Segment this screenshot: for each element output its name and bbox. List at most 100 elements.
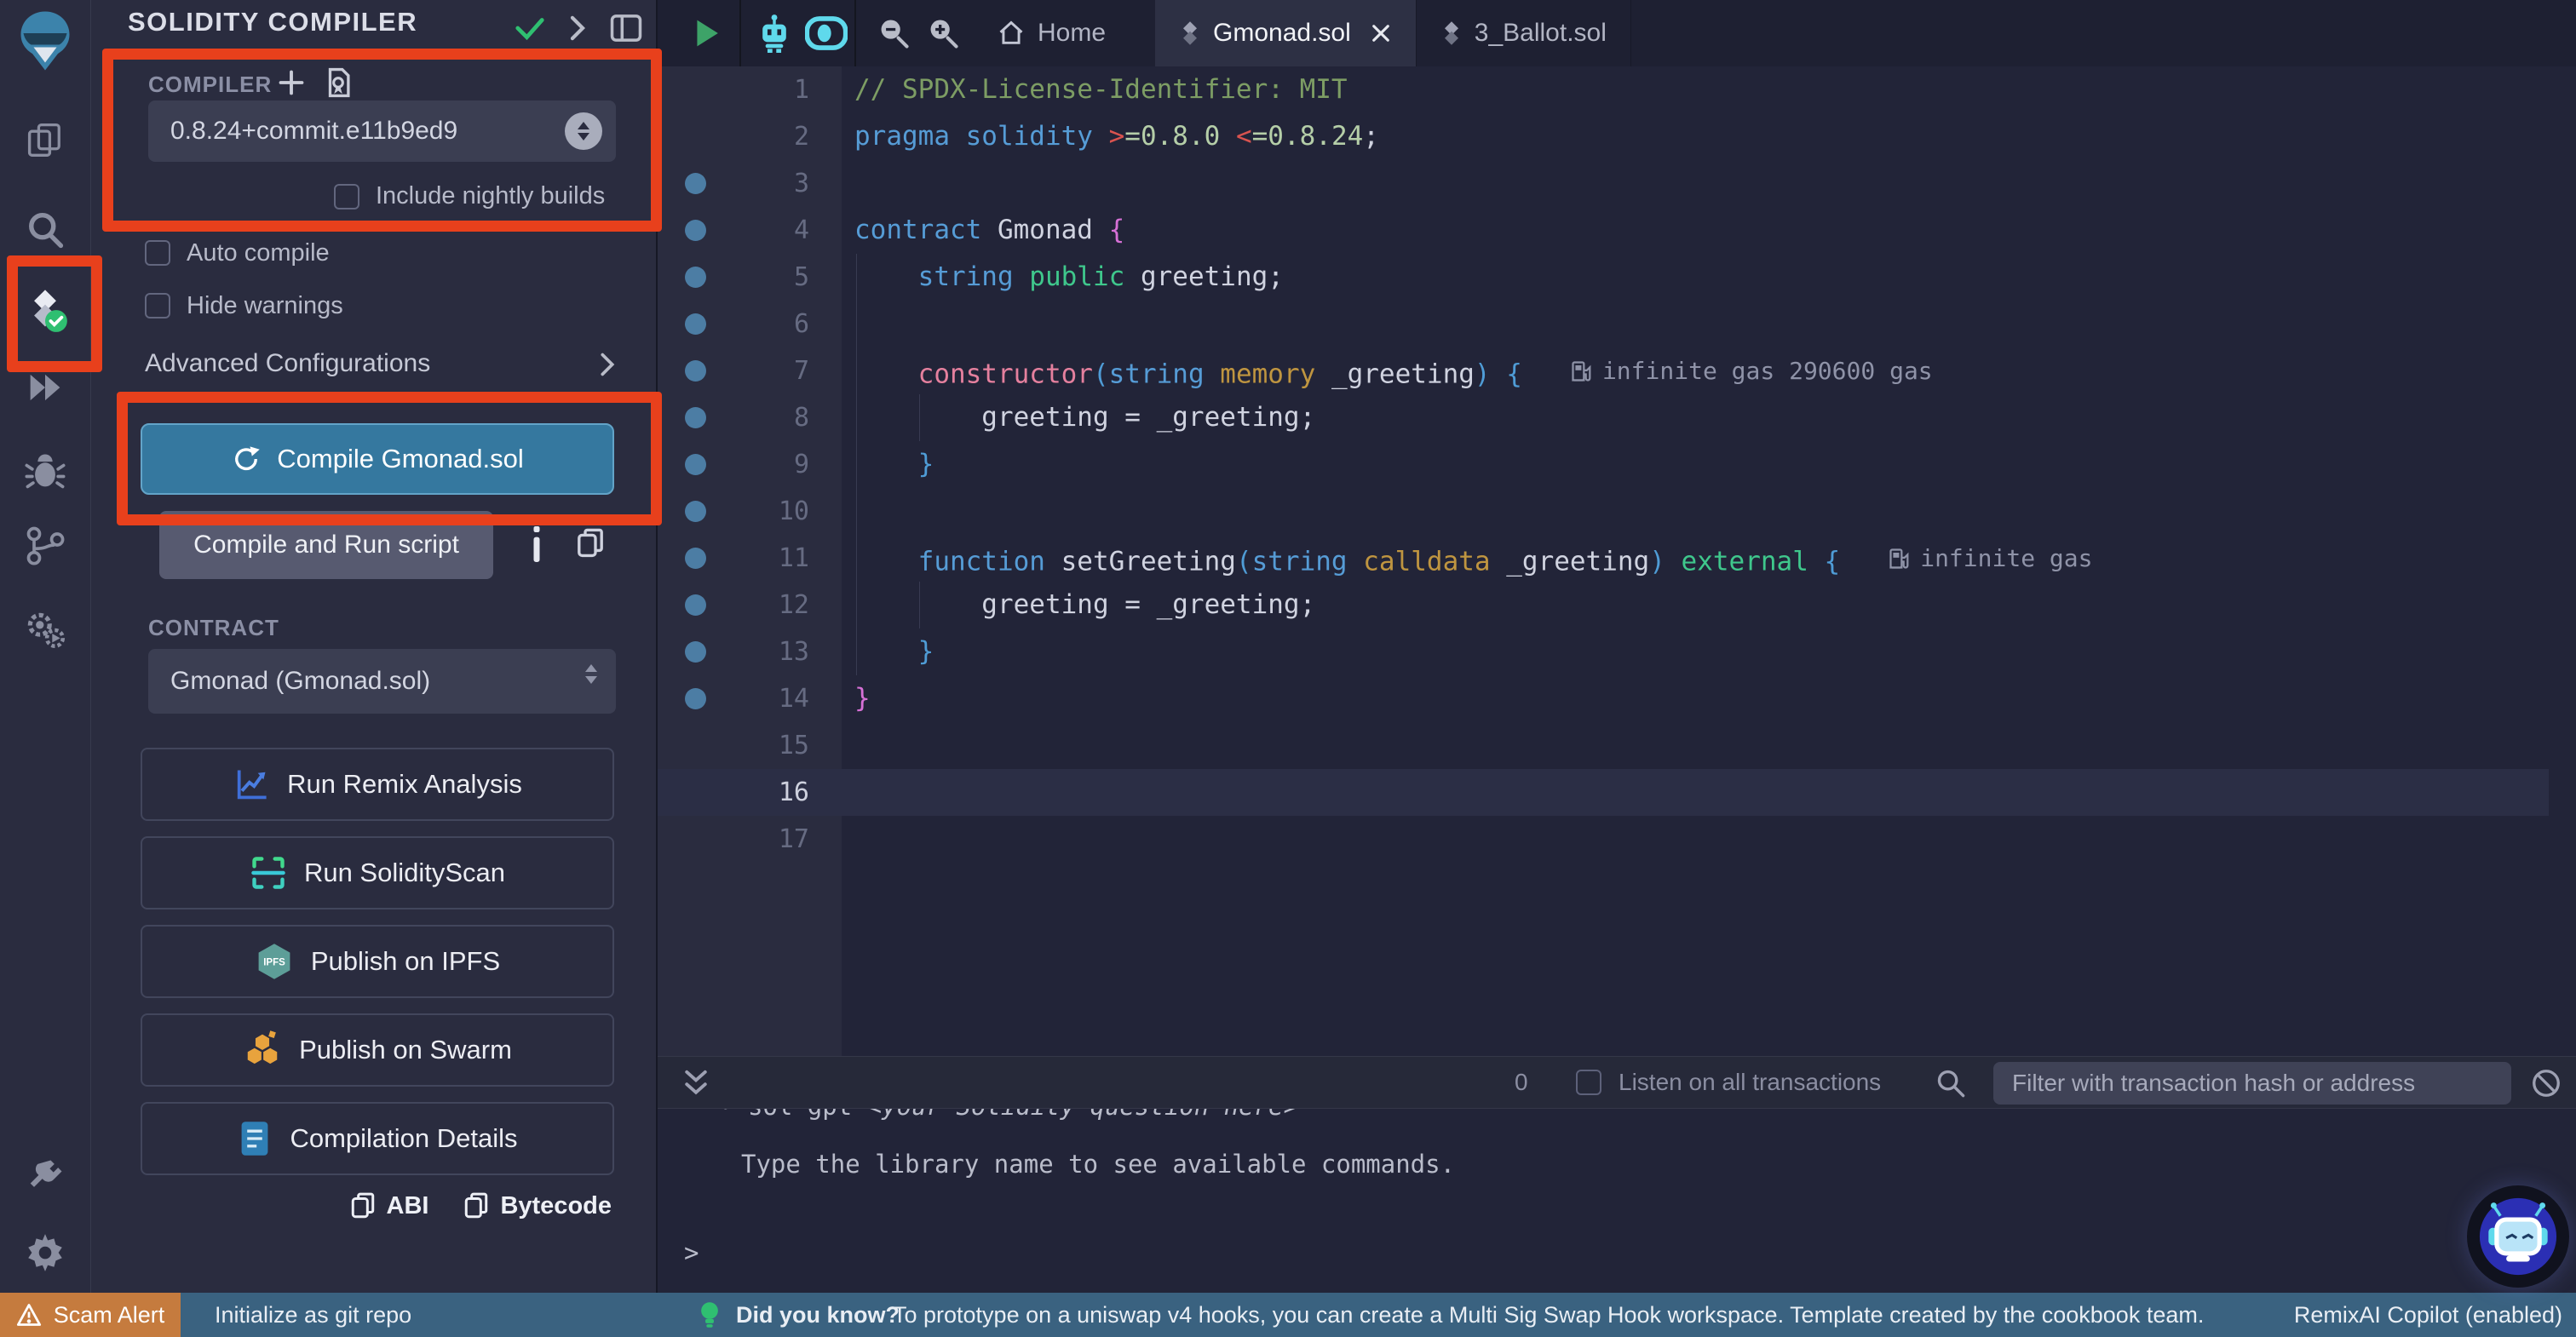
indent-guide xyxy=(856,301,857,347)
line-number: 3 xyxy=(709,160,809,207)
copy-abi-button[interactable]: ABI xyxy=(349,1191,429,1221)
code-editor[interactable]: 1// SPDX-License-Identifier: MIT2pragma … xyxy=(658,66,2576,1056)
gutter-dot-icon[interactable] xyxy=(685,454,706,475)
gutter-dot-icon[interactable] xyxy=(685,407,706,428)
copy-bytecode-button[interactable]: Bytecode xyxy=(463,1191,612,1221)
gutter-dot-icon[interactable] xyxy=(685,594,706,616)
clear-console-icon[interactable] xyxy=(2530,1067,2562,1099)
gutter-dot-icon[interactable] xyxy=(685,641,706,663)
settings-icon[interactable] xyxy=(0,1230,90,1274)
compiler-version-select[interactable]: 0.8.24+commit.e11b9ed9 xyxy=(148,100,616,162)
solidity-compiler-icon[interactable] xyxy=(0,287,90,331)
publish-on-swarm-button[interactable]: Publish on Swarm xyxy=(141,1013,614,1087)
line-number: 12 xyxy=(709,582,809,628)
terminal[interactable]: • sol-gpt <your Solidity question here> … xyxy=(658,1109,2576,1293)
copilot-toggle-icon[interactable] xyxy=(799,0,854,66)
gutter-dot-icon[interactable] xyxy=(685,313,706,335)
code-text: // SPDX-License-Identifier: MIT xyxy=(854,66,1348,113)
code-line: 12 greeting = _greeting; xyxy=(658,582,2549,628)
pin-panel-icon[interactable] xyxy=(609,12,643,44)
line-number: 15 xyxy=(709,722,809,769)
compile-button[interactable]: Compile Gmonad.sol xyxy=(141,423,614,495)
ai-robot-icon[interactable] xyxy=(750,0,799,66)
ipfs-icon: IPFS xyxy=(255,942,294,981)
status-bar: Scam Alert Initialize as git repo Did yo… xyxy=(0,1293,2576,1337)
compile-and-run-button[interactable]: Compile and Run script xyxy=(159,511,493,579)
line-number: 8 xyxy=(709,394,809,441)
line-number: 10 xyxy=(709,488,809,535)
gutter-dot-icon[interactable] xyxy=(685,501,706,522)
copy-icon[interactable] xyxy=(575,526,606,560)
file-explorer-icon[interactable] xyxy=(0,118,90,163)
code-text: greeting = _greeting; xyxy=(854,582,1315,628)
advanced-configurations[interactable]: Advanced Configurations xyxy=(145,349,430,378)
code-line: 15 xyxy=(658,722,2549,769)
custom-compiler-file-icon[interactable] xyxy=(323,66,354,99)
tab-gmonad-sol[interactable]: Gmonad.sol xyxy=(1155,0,1417,66)
gutter-dot-icon[interactable] xyxy=(685,173,706,194)
hide-warnings-checkbox[interactable] xyxy=(145,293,170,318)
run-remix-analysis-button[interactable]: Run Remix Analysis xyxy=(141,748,614,821)
compile-run-label: Compile and Run script xyxy=(193,531,459,559)
line-number: 7 xyxy=(709,347,809,394)
action-label: Run SolidityScan xyxy=(304,858,505,888)
listen-transactions-checkbox[interactable] xyxy=(1576,1070,1601,1095)
transaction-filter-input[interactable] xyxy=(1993,1062,2511,1105)
debugger-icon[interactable] xyxy=(0,449,90,493)
code-text: } xyxy=(854,628,934,675)
gas-estimate-annotation: infinite gas 290600 gas xyxy=(1570,347,1933,394)
run-solidityscan-button[interactable]: Run SolidityScan xyxy=(141,836,614,910)
add-compiler-icon[interactable] xyxy=(277,68,306,97)
include-nightly-checkbox[interactable] xyxy=(334,184,359,209)
line-number: 16 xyxy=(709,769,809,816)
remix-logo[interactable] xyxy=(0,9,90,73)
gutter-dot-icon[interactable] xyxy=(685,360,706,382)
contract-select-value: Gmonad (Gmonad.sol) xyxy=(170,667,430,696)
warning-icon xyxy=(16,1303,42,1327)
line-number: 9 xyxy=(709,441,809,488)
chevron-right-icon[interactable] xyxy=(565,14,590,43)
terminal-prompt: > xyxy=(684,1238,699,1267)
plugin-manager-icon[interactable] xyxy=(0,1155,90,1199)
gutter-dot-icon[interactable] xyxy=(685,220,706,241)
zoom-out-icon[interactable] xyxy=(869,0,918,66)
search-icon[interactable] xyxy=(0,208,90,252)
publish-on-ipfs-button[interactable]: IPFS Publish on IPFS xyxy=(141,925,614,998)
line-number: 11 xyxy=(709,535,809,582)
gutter-dot-icon[interactable] xyxy=(685,688,706,709)
refresh-icon xyxy=(231,444,262,474)
line-number: 5 xyxy=(709,254,809,301)
compilation-details-button[interactable]: Compilation Details xyxy=(141,1102,614,1175)
tab-3-ballot-sol[interactable]: 3_Ballot.sol xyxy=(1417,0,1631,66)
tab-home[interactable]: Home xyxy=(973,0,1130,66)
gutter-dot-icon[interactable] xyxy=(685,548,706,569)
chevron-right-icon[interactable] xyxy=(595,351,619,378)
close-icon[interactable] xyxy=(1370,22,1392,44)
search-icon[interactable] xyxy=(1935,1068,1966,1099)
init-git-repo-button[interactable]: Initialize as git repo xyxy=(215,1302,411,1328)
action-label: Run Remix Analysis xyxy=(287,769,522,800)
code-line: 11 function setGreeting(string calldata … xyxy=(658,535,2549,582)
copilot-status[interactable]: RemixAI Copilot (enabled) xyxy=(2294,1302,2562,1328)
expand-terminal-icon[interactable] xyxy=(681,1068,710,1099)
code-line: 6 xyxy=(658,301,2549,347)
indent-guide xyxy=(856,488,857,535)
toolbar-divider xyxy=(739,0,741,66)
toolbar-divider xyxy=(854,0,856,66)
auto-compile-checkbox[interactable] xyxy=(145,240,170,266)
ipfs-icon-text: IPFS xyxy=(263,958,285,968)
git-icon[interactable] xyxy=(0,523,90,567)
run-script-play-icon[interactable] xyxy=(683,0,731,66)
include-nightly-label: Include nightly builds xyxy=(376,182,605,210)
gears-play-icon[interactable] xyxy=(0,608,90,652)
solidity-icon xyxy=(1440,20,1463,47)
contract-select[interactable]: Gmonad (Gmonad.sol) xyxy=(148,649,616,714)
info-icon[interactable] xyxy=(531,526,543,562)
gutter-dot-icon[interactable] xyxy=(685,267,706,288)
swarm-icon xyxy=(243,1030,282,1070)
deploy-run-icon[interactable] xyxy=(0,365,90,410)
ai-robot-face-icon xyxy=(2474,1192,2562,1281)
scam-alert-button[interactable]: Scam Alert xyxy=(0,1293,181,1337)
zoom-in-icon[interactable] xyxy=(918,0,968,66)
remix-ai-assistant-button[interactable] xyxy=(2467,1185,2569,1288)
